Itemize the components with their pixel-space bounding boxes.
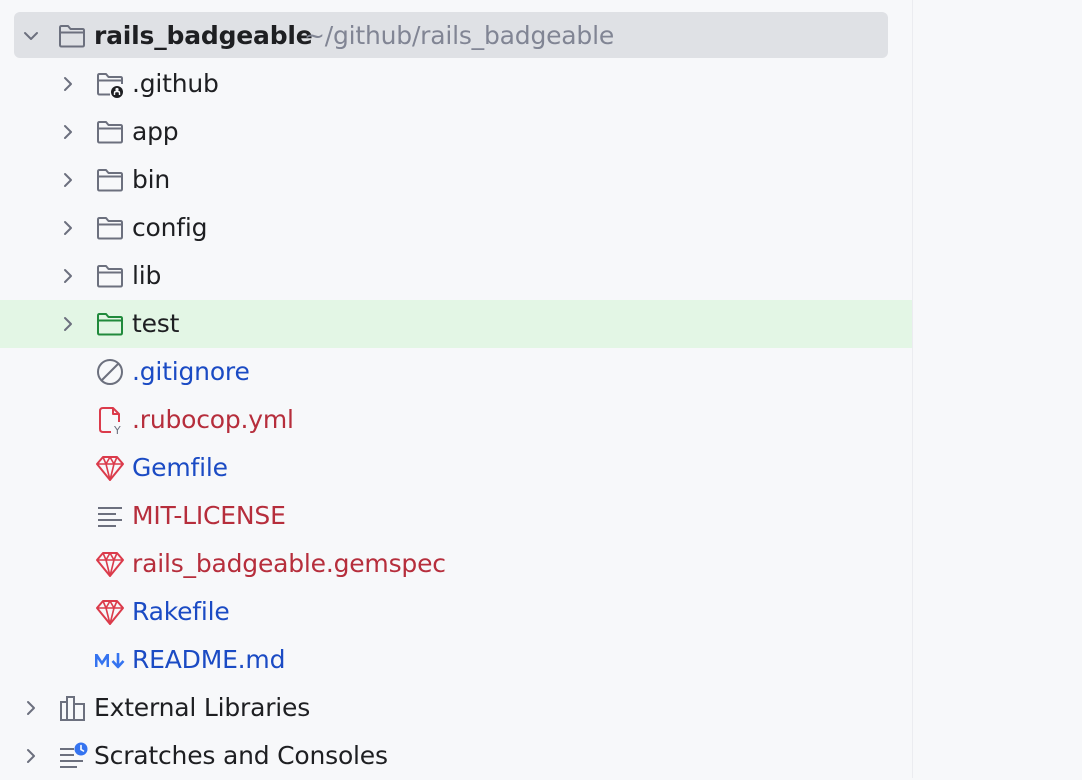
ruby-gem-icon — [96, 456, 124, 481]
github-folder-icon — [97, 73, 123, 98]
chevron-right-icon[interactable] — [56, 72, 80, 96]
tree-item-label: app — [132, 117, 179, 146]
tree-item-label: rails_badgeable.gemspec — [132, 549, 446, 578]
tree-item-label: lib — [132, 261, 162, 290]
project-name: rails_badgeable — [94, 21, 313, 50]
scratches-icon — [60, 742, 88, 768]
tree-item-bin[interactable]: bin — [0, 156, 912, 204]
tree-item-label: Scratches and Consoles — [94, 741, 388, 770]
tree-item-scratches[interactable]: Scratches and Consoles — [0, 732, 912, 780]
chevron-right-icon[interactable] — [19, 744, 43, 768]
tree-item-lib[interactable]: lib — [0, 252, 912, 300]
tree-item-label: MIT-LICENSE — [132, 501, 286, 530]
chevron-right-icon[interactable] — [56, 168, 80, 192]
folder-icon — [59, 25, 85, 48]
chevron-right-icon[interactable] — [56, 264, 80, 288]
folder-icon — [97, 121, 123, 144]
chevron-right-icon[interactable] — [19, 696, 43, 720]
chevron-right-icon[interactable] — [56, 312, 80, 336]
ignore-file-icon — [97, 359, 123, 385]
tree-item-gitignore[interactable]: .gitignore — [0, 348, 912, 396]
folder-icon — [97, 169, 123, 192]
chevron-down-icon[interactable] — [19, 24, 43, 48]
tree-item-github[interactable]: .github — [0, 60, 912, 108]
editor-area — [913, 0, 1082, 778]
tree-item-label: Gemfile — [132, 453, 228, 482]
chevron-right-icon[interactable] — [56, 120, 80, 144]
ruby-gem-icon — [96, 552, 124, 577]
tree-item-rubocop[interactable]: Y .rubocop.yml — [0, 396, 912, 444]
yaml-file-icon: Y — [99, 407, 121, 436]
tree-item-license[interactable]: MIT-LICENSE — [0, 492, 912, 540]
tree-item-label: Rakefile — [132, 597, 230, 626]
tree-item-external-libraries[interactable]: External Libraries — [0, 684, 912, 732]
tree-item-test[interactable]: test — [0, 300, 912, 348]
tree-item-label: .gitignore — [132, 357, 250, 386]
tree-item-app[interactable]: app — [0, 108, 912, 156]
ruby-gem-icon — [96, 600, 124, 625]
folder-icon — [97, 217, 123, 240]
test-folder-icon — [97, 313, 123, 336]
tree-item-readme[interactable]: README.md — [0, 636, 912, 684]
tree-item-label: External Libraries — [94, 693, 311, 722]
tree-item-config[interactable]: config — [0, 204, 912, 252]
tree-item-label: bin — [132, 165, 171, 194]
chevron-right-icon[interactable] — [56, 216, 80, 240]
libraries-icon — [60, 696, 85, 721]
tree-item-label: README.md — [132, 645, 286, 674]
tree-item-label: config — [132, 213, 208, 242]
svg-text:Y: Y — [113, 424, 121, 436]
tree-item-gemspec[interactable]: rails_badgeable.gemspec — [0, 540, 912, 588]
markdown-icon — [95, 653, 125, 669]
tree-item-rakefile[interactable]: Rakefile — [0, 588, 912, 636]
project-path: ~/github/rails_badgeable — [304, 21, 615, 50]
tree-item-label: .rubocop.yml — [132, 405, 294, 434]
folder-icon — [97, 265, 123, 288]
project-tree-panel: rails_badgeable ~/github/rails_badgeable… — [0, 0, 912, 778]
tree-root-row[interactable]: rails_badgeable ~/github/rails_badgeable — [0, 0, 912, 58]
text-file-icon — [98, 507, 122, 527]
tree-item-label: test — [132, 309, 180, 338]
tree-item-gemfile[interactable]: Gemfile — [0, 444, 912, 492]
tree-item-label: .github — [132, 69, 219, 98]
